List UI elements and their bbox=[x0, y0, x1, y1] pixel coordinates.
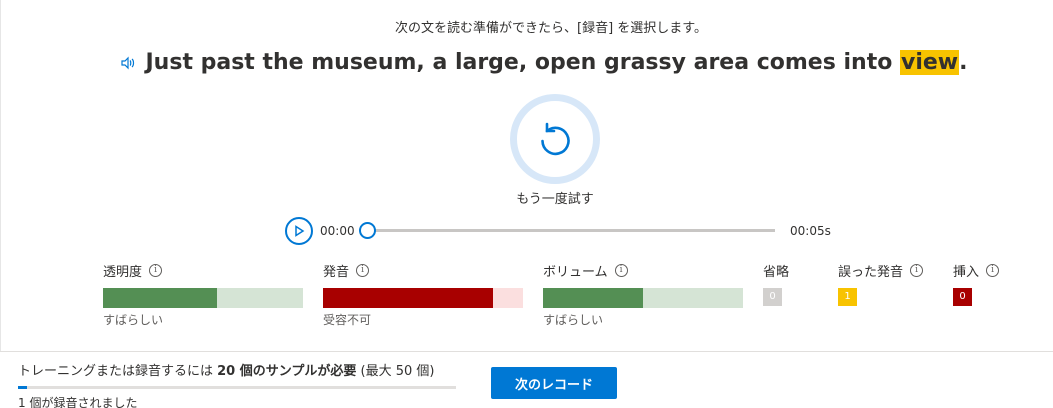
retry-button[interactable] bbox=[510, 94, 600, 184]
footer: トレーニングまたは録音するには 20 個のサンプルが必要 (最大 50 個) 1… bbox=[0, 351, 1053, 408]
metric-bar bbox=[103, 288, 303, 308]
sample-progress-fill bbox=[18, 386, 27, 389]
retry-icon bbox=[541, 122, 570, 156]
count-insertion: 挿入 i 0 bbox=[953, 261, 1000, 306]
sample-suffix: (最大 50 個) bbox=[356, 364, 435, 379]
sentence-row: Just past the museum, a large, open gras… bbox=[1, 50, 1053, 75]
speaker-icon[interactable] bbox=[120, 55, 136, 71]
audio-player: 00:00 00:05s bbox=[285, 217, 845, 245]
metric-caption: すばらしい bbox=[543, 313, 604, 327]
instruction-text: 次の文を読む準備ができたら、[録音] を選択します。 bbox=[395, 21, 707, 36]
duration-time: 00:05s bbox=[790, 224, 831, 238]
count-title: 挿入 bbox=[953, 265, 980, 280]
count-badge: 0 bbox=[953, 288, 972, 306]
count-title: 省略 bbox=[763, 265, 790, 280]
retry-label: もう一度試す bbox=[516, 192, 594, 207]
metric-bar-fill bbox=[103, 288, 217, 308]
sentence-before: Just past the museum, a large, open gras… bbox=[145, 50, 900, 75]
highlighted-word: view bbox=[899, 50, 960, 75]
info-icon[interactable]: i bbox=[149, 264, 163, 277]
metric-pronunciation: 発音 i 受容不可 bbox=[323, 261, 523, 327]
metric-bar bbox=[323, 288, 523, 308]
count-title: 誤った発音 bbox=[838, 265, 904, 280]
current-time: 00:00 bbox=[320, 224, 355, 238]
metric-bar-fill bbox=[543, 288, 643, 308]
sentence-text: Just past the museum, a large, open gras… bbox=[145, 50, 968, 75]
sample-progress bbox=[18, 386, 456, 389]
sample-prefix: トレーニングまたは録音するには bbox=[18, 364, 218, 379]
recorded-note: 1 個が録音されました bbox=[18, 396, 138, 408]
metric-bar-fill bbox=[323, 288, 493, 308]
count-mispronunciation: 誤った発音 i 1 bbox=[838, 261, 924, 306]
metric-caption: 受容不可 bbox=[323, 313, 372, 327]
info-icon[interactable]: i bbox=[986, 264, 1000, 277]
count-badge: 1 bbox=[838, 288, 857, 306]
sample-bold: 20 個のサンプルが必要 bbox=[217, 364, 357, 379]
play-button[interactable] bbox=[285, 217, 313, 245]
sample-requirement: トレーニングまたは録音するには 20 個のサンプルが必要 (最大 50 個) bbox=[18, 360, 434, 379]
next-record-button[interactable]: 次のレコード bbox=[491, 367, 617, 399]
sentence-after: . bbox=[959, 50, 968, 75]
playback-track[interactable] bbox=[368, 229, 775, 232]
playback-thumb[interactable] bbox=[359, 222, 376, 239]
count-badge: 0 bbox=[763, 288, 782, 306]
metric-title: 透明度 bbox=[103, 265, 143, 280]
metric-title: ボリューム bbox=[543, 265, 608, 280]
metric-bar bbox=[543, 288, 743, 308]
metric-caption: すばらしい bbox=[103, 313, 164, 327]
recording-panel: 次の文を読む準備ができたら、[録音] を選択します。 Just past the… bbox=[0, 0, 1053, 351]
count-omission: 省略 0 bbox=[763, 261, 790, 306]
info-icon[interactable]: i bbox=[356, 264, 370, 277]
info-icon[interactable]: i bbox=[614, 264, 628, 277]
metric-clarity: 透明度 i すばらしい bbox=[103, 261, 303, 327]
play-icon bbox=[295, 225, 305, 237]
metric-title: 発音 bbox=[323, 265, 350, 280]
metric-volume: ボリューム i すばらしい bbox=[543, 261, 743, 327]
info-icon[interactable]: i bbox=[910, 264, 924, 277]
